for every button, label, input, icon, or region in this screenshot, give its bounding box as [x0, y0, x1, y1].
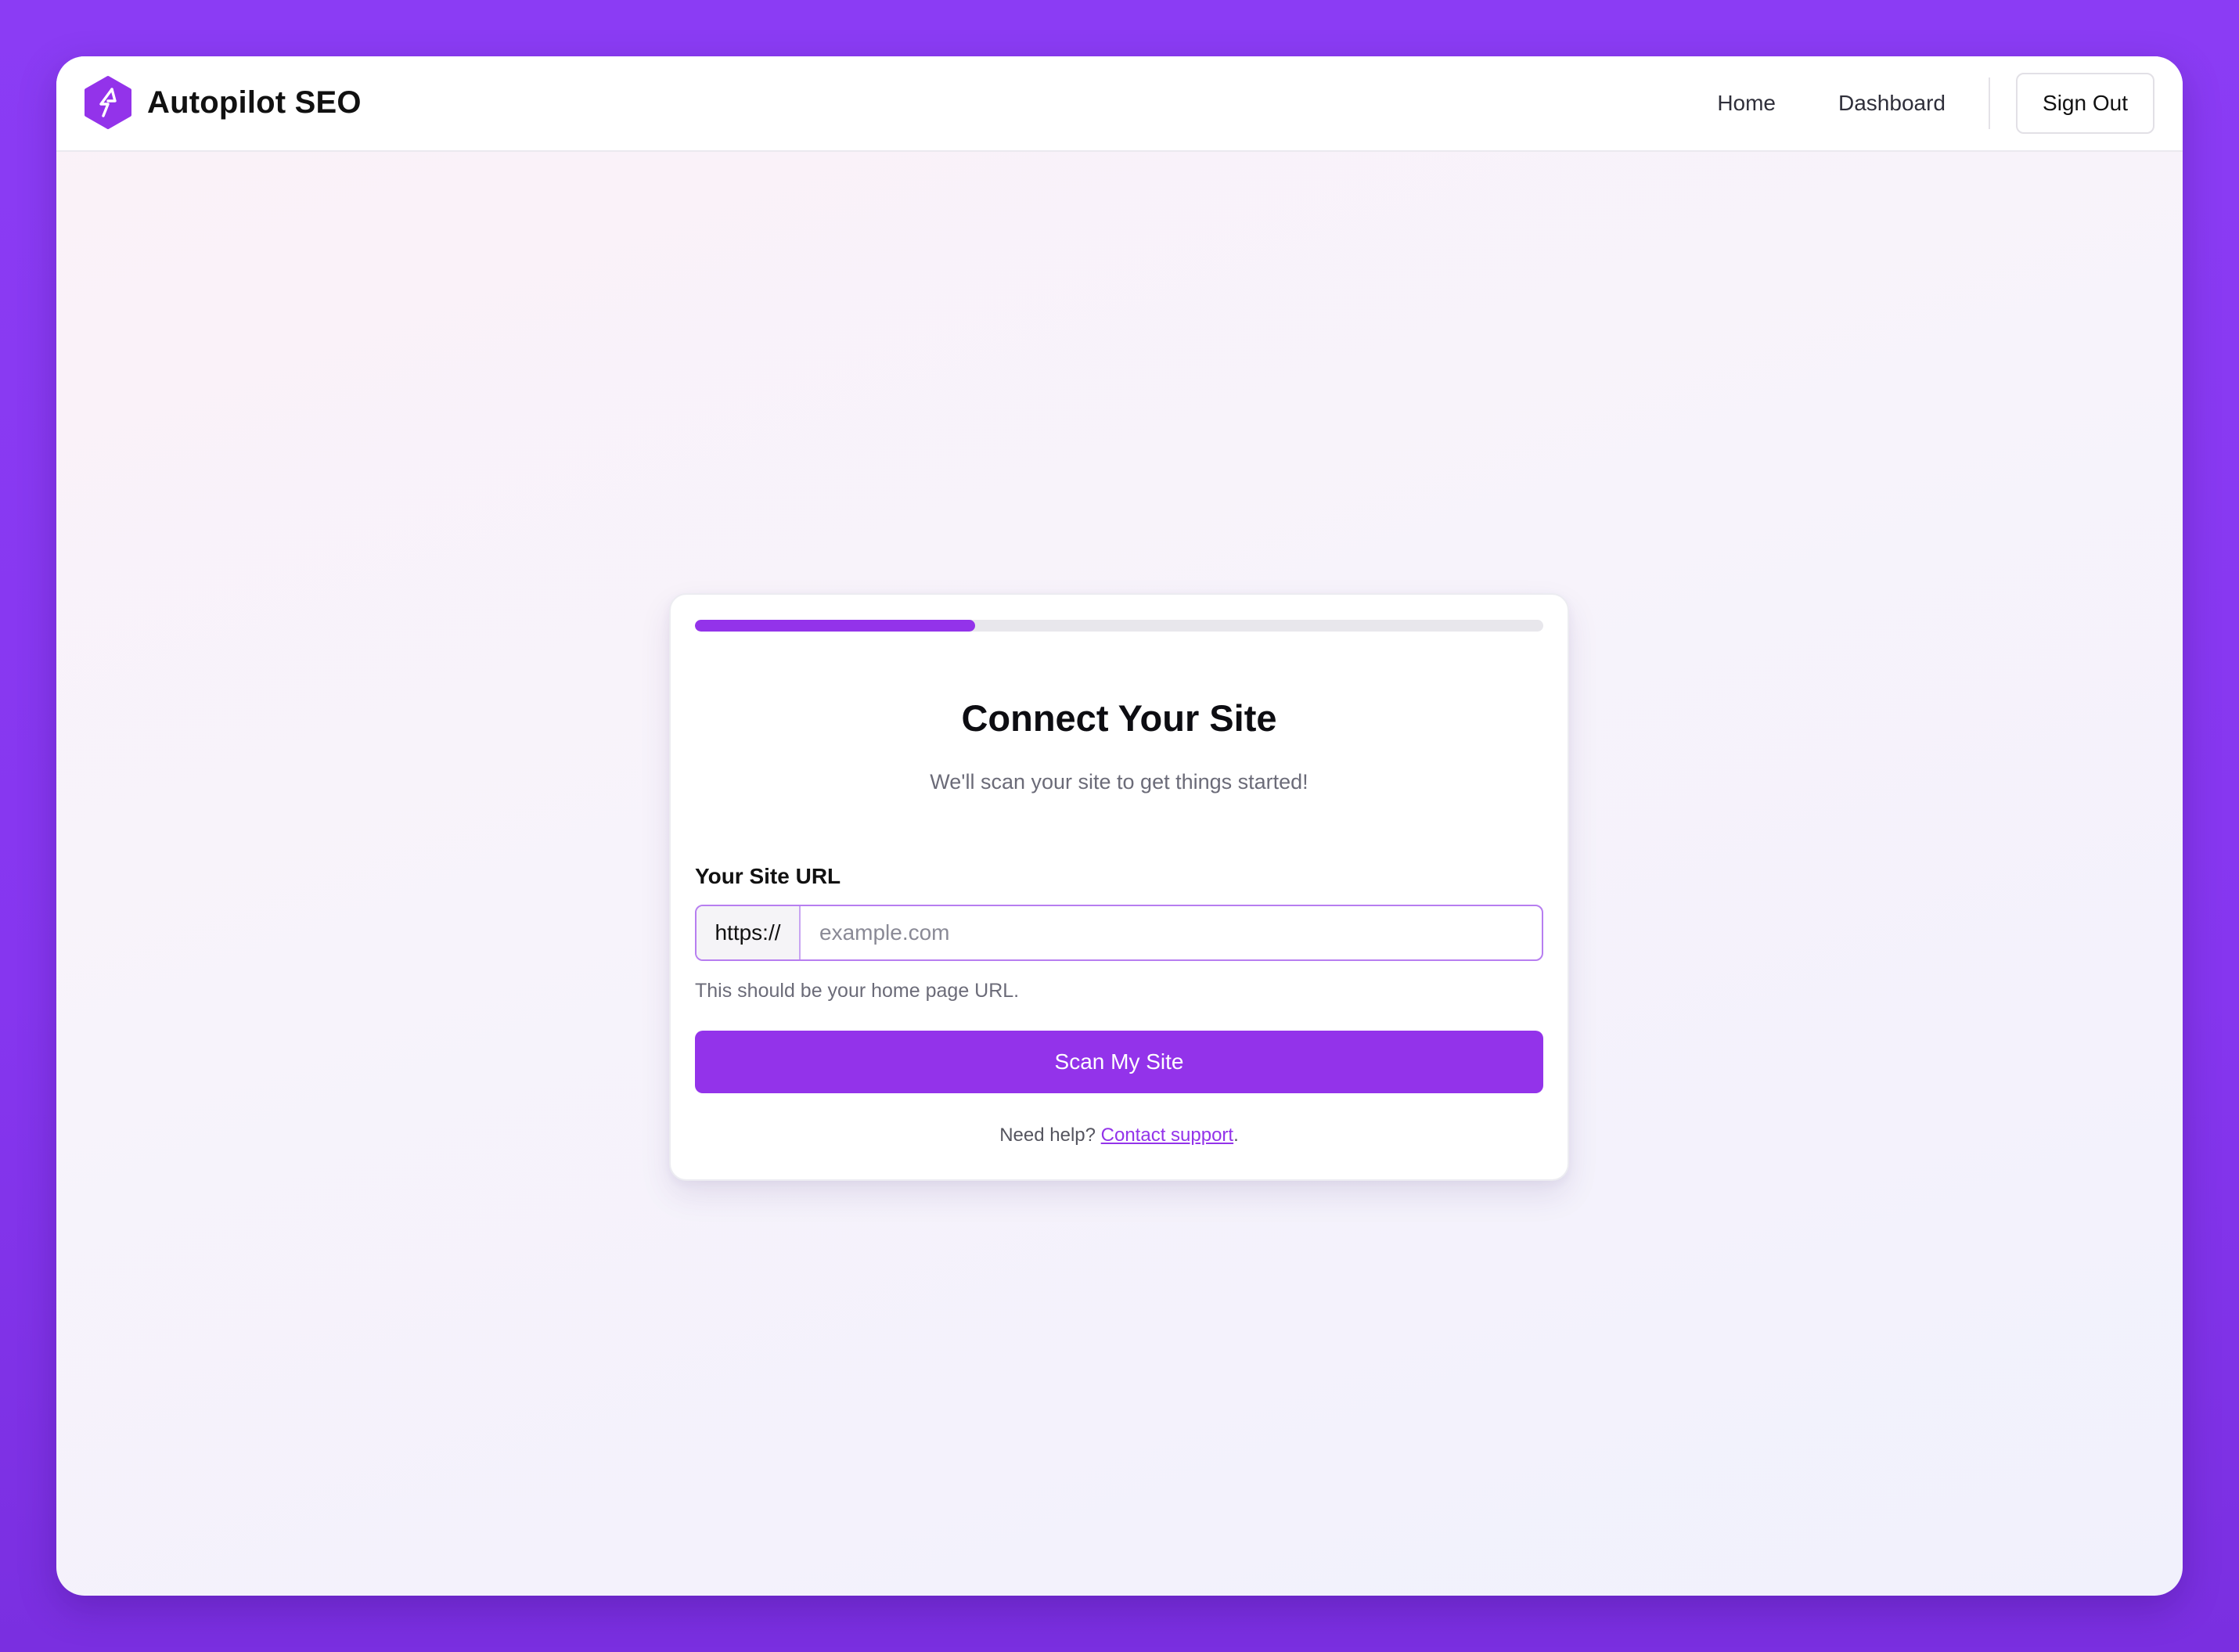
site-url-help-text: This should be your home page URL. — [695, 980, 1020, 1002]
site-url-label: Your Site URL — [695, 864, 841, 888]
page-subtitle: We'll scan your site to get things start… — [930, 770, 1308, 794]
nav-link-home[interactable]: Home — [1717, 91, 1776, 116]
page-title: Connect Your Site — [961, 697, 1277, 739]
url-protocol-prefix: https:// — [697, 906, 801, 959]
contact-support-link[interactable]: Contact support — [1101, 1125, 1233, 1146]
support-line: Need help? Contact support. — [671, 1124, 1568, 1147]
lightning-hexagon-icon — [85, 76, 131, 129]
support-prefix: Need help? — [999, 1125, 1101, 1146]
nav-link-dashboard[interactable]: Dashboard — [1838, 91, 1946, 116]
connect-site-card: Connect Your Site We'll scan your site t… — [669, 593, 1569, 1181]
brand[interactable]: Autopilot SEO — [82, 75, 362, 130]
site-url-input-group: https:// — [695, 905, 1543, 961]
nav-links: Home Dashboard Sign Out — [1717, 72, 2154, 135]
scan-my-site-button[interactable]: Scan My Site — [695, 1031, 1543, 1093]
nav-divider — [1989, 77, 1990, 129]
progress-fill — [695, 620, 975, 632]
brand-name: Autopilot SEO — [147, 85, 362, 120]
top-navbar: Autopilot SEO Home Dashboard Sign Out — [56, 56, 2183, 152]
sign-out-button[interactable]: Sign Out — [2016, 73, 2154, 134]
site-url-input[interactable] — [801, 906, 1542, 959]
app-window: Autopilot SEO Home Dashboard Sign Out Co… — [56, 56, 2183, 1596]
support-suffix: . — [1233, 1125, 1239, 1146]
onboarding-progress-bar — [695, 620, 1543, 632]
